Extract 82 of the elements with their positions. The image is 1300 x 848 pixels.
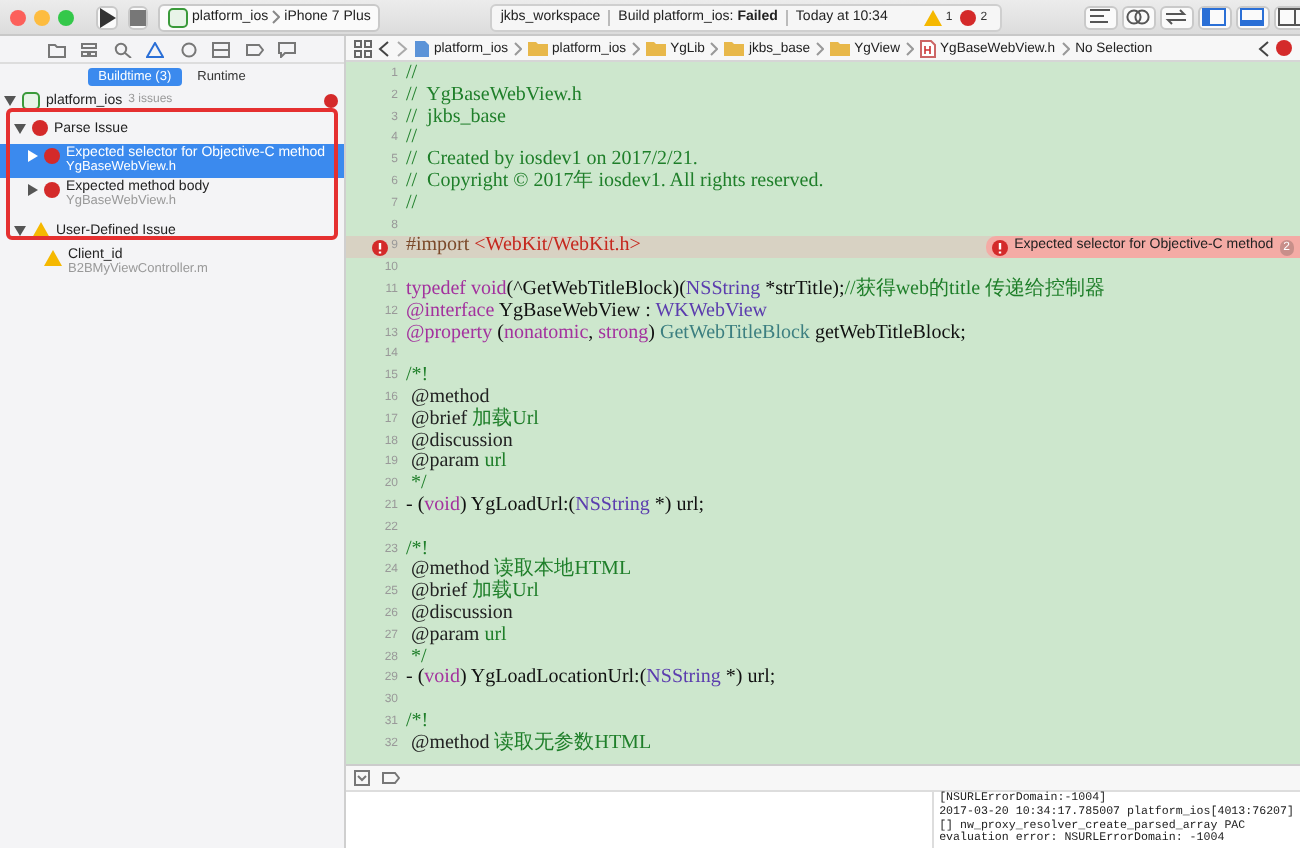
chevron-icon — [272, 10, 281, 24]
code-line: - (void) YgLoadUrl:(NSString *) url; — [406, 495, 705, 518]
code-line: // — [406, 128, 418, 150]
document-icon — [414, 39, 430, 57]
bottom-panel-icon — [1240, 8, 1265, 26]
stop-icon — [130, 9, 146, 25]
error-icon — [992, 239, 1009, 256]
stop-button[interactable] — [128, 5, 148, 29]
code-line: // YgBaseWebView.h — [406, 85, 582, 108]
chevron-icon — [710, 41, 719, 55]
error-marker-icon[interactable] — [371, 239, 388, 256]
error-icon — [44, 182, 60, 198]
code-line: // Copyright © 2017年 iosdev1. All rights reserved. — [406, 171, 824, 194]
code-line: // — [406, 193, 418, 216]
code-line: @property (nonatomic, strong) GetWebTitleBlock getWebTitleBlock; — [406, 323, 966, 345]
close-button[interactable] — [10, 9, 26, 25]
chevron-icon — [1061, 41, 1070, 55]
disclosure-icon[interactable] — [14, 122, 26, 134]
code-line: @method — [409, 387, 490, 408]
code-line: #import <WebKit/WebKit.h> — [406, 236, 641, 259]
code-line: */ — [409, 647, 427, 668]
folder-icon[interactable] — [47, 41, 66, 57]
code-line: @discussion — [409, 431, 513, 452]
code-line: /*! — [406, 366, 429, 388]
chevron-icon — [514, 41, 523, 55]
speech-bubble-icon[interactable] — [278, 41, 297, 57]
error-icon[interactable] — [1276, 40, 1292, 56]
hierarchy-icon[interactable] — [80, 41, 99, 57]
folder-icon — [724, 40, 745, 56]
collapse-icon[interactable] — [354, 770, 370, 786]
disclosure-icon[interactable] — [4, 94, 16, 106]
error-icon — [44, 148, 60, 164]
folder-icon — [830, 40, 851, 56]
error-icon — [324, 93, 338, 107]
code-line: @discussion — [409, 603, 513, 626]
code-line: /*! — [406, 539, 429, 560]
code-line: @param url — [409, 625, 507, 648]
disclosure-icon[interactable] — [14, 224, 26, 236]
chevron-icon — [906, 41, 914, 55]
debug-toggle[interactable] — [1235, 5, 1270, 29]
search-icon[interactable] — [113, 41, 132, 57]
code-line: @method 读取无参数HTML — [409, 733, 652, 755]
code-line: - (void) YgLoadLocationUrl:(NSString *) url; — [406, 668, 776, 691]
code-line: */ — [409, 474, 427, 496]
code-line: typedef void(^GetWebTitleBlock)(NSString *strTitle);//获得web的title 传递给控制器 — [406, 279, 1106, 302]
back-icon[interactable] — [378, 39, 390, 57]
code-line: @method 读取本地HTML — [409, 560, 632, 581]
code-line: @param url — [409, 452, 507, 475]
tag-icon[interactable] — [382, 770, 400, 786]
code-line: @brief 加载Url — [409, 409, 539, 432]
rings-icon — [1126, 8, 1151, 26]
app-icon — [168, 7, 188, 27]
editor-assistant-button[interactable] — [1121, 5, 1156, 29]
warning-icon — [44, 250, 62, 266]
editor-standard-button[interactable] — [1083, 5, 1118, 29]
code-line: @interface YgBaseWebView : WKWebView — [406, 301, 768, 324]
error-icon — [960, 9, 977, 25]
app-icon — [22, 91, 40, 109]
arrows-icon — [1164, 8, 1189, 26]
folder-icon — [528, 40, 549, 56]
right-panel-icon — [1278, 8, 1300, 26]
play-icon — [98, 7, 116, 27]
tag-icon[interactable] — [245, 41, 264, 57]
code-line: // — [406, 64, 418, 86]
code-line: // Created by iosdev1 on 2017/2/21. — [406, 150, 698, 171]
run-button[interactable] — [96, 5, 118, 29]
editor-version-button[interactable] — [1159, 5, 1194, 29]
code-line: /*! — [406, 711, 429, 734]
code-line: @brief 加载Url — [409, 582, 539, 604]
disclosure-icon[interactable] — [26, 184, 38, 196]
folder-icon — [646, 40, 667, 56]
code-line: // jkbs_base — [406, 107, 506, 128]
warning-outline-icon[interactable] — [146, 41, 165, 57]
previous-issue-icon[interactable] — [1258, 39, 1270, 57]
warning-icon — [923, 9, 942, 25]
chevron-icon — [816, 41, 825, 55]
disclosure-icon[interactable] — [26, 150, 38, 162]
left-panel-icon — [1202, 8, 1227, 26]
chevron-icon — [632, 41, 641, 55]
navigator-toggle[interactable] — [1197, 5, 1232, 29]
utilities-toggle[interactable] — [1273, 5, 1300, 29]
lines-icon — [1088, 8, 1113, 26]
